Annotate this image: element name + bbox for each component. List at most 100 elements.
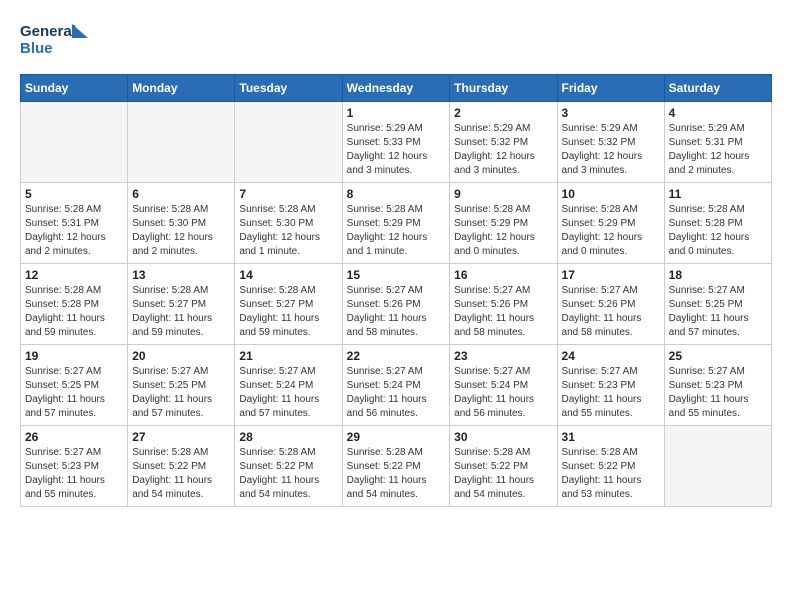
calendar-day-header: Sunday <box>21 75 128 102</box>
day-number: 26 <box>25 430 123 444</box>
calendar-cell: 9Sunrise: 5:28 AM Sunset: 5:29 PM Daylig… <box>450 183 557 264</box>
day-info: Sunrise: 5:28 AM Sunset: 5:27 PM Dayligh… <box>132 284 230 340</box>
calendar-cell: 3 Sunrise: 5:29 AM Sunset: 5:32 PM Daylig… <box>557 102 664 183</box>
calendar-cell: 10 Sunrise: 5:28 AM Sunset: 5:29 PM Dayli… <box>557 183 664 264</box>
calendar-cell: 13Sunrise: 5:28 AM Sunset: 5:27 PM Dayli… <box>128 264 235 345</box>
day-number: 27 <box>132 430 230 444</box>
day-info: Sunrise: 5:27 AM Sunset: 5:24 PM Dayligh… <box>454 365 552 421</box>
calendar-week-row: 26 Sunrise: 5:27 AM Sunset: 5:23 PM Dayli… <box>21 426 772 507</box>
day-info: Sunrise: 5:27 AM Sunset: 5:25 PM Dayligh… <box>132 365 230 421</box>
day-info: Sunrise: 5:28 AM Sunset: 5:30 PM Dayligh… <box>132 203 230 259</box>
day-number: 4 <box>669 106 767 120</box>
day-info: Sunrise: 5:27 AM Sunset: 5:26 PM Dayligh… <box>562 284 660 340</box>
day-number: 20 <box>132 349 230 363</box>
day-number: 7 <box>239 187 337 201</box>
calendar-cell: 4Sunrise: 5:29 AM Sunset: 5:31 PM Daylig… <box>664 102 771 183</box>
day-info: Sunrise: 5:27 AM Sunset: 5:26 PM Dayligh… <box>454 284 552 340</box>
calendar-week-row: 1 Sunrise: 5:29 AM Sunset: 5:33 PM Daylig… <box>21 102 772 183</box>
day-info: Sunrise: 5:28 AM Sunset: 5:27 PM Dayligh… <box>239 284 337 340</box>
day-number: 3 <box>562 106 660 120</box>
calendar-cell: 16 Sunrise: 5:27 AM Sunset: 5:26 PM Dayli… <box>450 264 557 345</box>
calendar-cell: 26 Sunrise: 5:27 AM Sunset: 5:23 PM Dayli… <box>21 426 128 507</box>
calendar-cell <box>21 102 128 183</box>
day-number: 29 <box>347 430 446 444</box>
logo: GeneralBlue <box>20 20 100 60</box>
day-number: 25 <box>669 349 767 363</box>
calendar-cell: 6 Sunrise: 5:28 AM Sunset: 5:30 PM Daylig… <box>128 183 235 264</box>
day-info: Sunrise: 5:28 AM Sunset: 5:28 PM Dayligh… <box>25 284 123 340</box>
calendar-cell: 2 Sunrise: 5:29 AM Sunset: 5:32 PM Daylig… <box>450 102 557 183</box>
day-number: 23 <box>454 349 552 363</box>
day-info: Sunrise: 5:28 AM Sunset: 5:22 PM Dayligh… <box>239 446 337 502</box>
calendar-cell: 21Sunrise: 5:27 AM Sunset: 5:24 PM Dayli… <box>235 345 342 426</box>
day-info: Sunrise: 5:27 AM Sunset: 5:26 PM Dayligh… <box>347 284 446 340</box>
calendar-cell: 15Sunrise: 5:27 AM Sunset: 5:26 PM Dayli… <box>342 264 450 345</box>
calendar-cell: 7 Sunrise: 5:28 AM Sunset: 5:30 PM Daylig… <box>235 183 342 264</box>
day-number: 5 <box>25 187 123 201</box>
calendar-cell: 18Sunrise: 5:27 AM Sunset: 5:25 PM Dayli… <box>664 264 771 345</box>
calendar-cell: 5 Sunrise: 5:28 AM Sunset: 5:31 PM Daylig… <box>21 183 128 264</box>
day-number: 1 <box>347 106 446 120</box>
calendar-week-row: 5 Sunrise: 5:28 AM Sunset: 5:31 PM Daylig… <box>21 183 772 264</box>
day-number: 17 <box>562 268 660 282</box>
day-number: 9 <box>454 187 552 201</box>
calendar-cell <box>128 102 235 183</box>
day-number: 6 <box>132 187 230 201</box>
day-number: 30 <box>454 430 552 444</box>
day-number: 31 <box>562 430 660 444</box>
day-info: Sunrise: 5:27 AM Sunset: 5:23 PM Dayligh… <box>25 446 123 502</box>
calendar-cell: 30 Sunrise: 5:28 AM Sunset: 5:22 PM Dayli… <box>450 426 557 507</box>
svg-text:General: General <box>20 23 76 40</box>
calendar-cell: 14 Sunrise: 5:28 AM Sunset: 5:27 PM Dayli… <box>235 264 342 345</box>
calendar-day-header: Saturday <box>664 75 771 102</box>
calendar-cell: 19 Sunrise: 5:27 AM Sunset: 5:25 PM Dayli… <box>21 345 128 426</box>
calendar-day-header: Friday <box>557 75 664 102</box>
day-info: Sunrise: 5:28 AM Sunset: 5:29 PM Dayligh… <box>347 203 446 259</box>
calendar-day-header: Wednesday <box>342 75 450 102</box>
calendar-cell: 25 Sunrise: 5:27 AM Sunset: 5:23 PM Dayli… <box>664 345 771 426</box>
page: GeneralBlue SundayMondayTuesdayWednesday… <box>0 0 792 517</box>
day-info: Sunrise: 5:29 AM Sunset: 5:32 PM Dayligh… <box>562 122 660 178</box>
calendar-day-header: Tuesday <box>235 75 342 102</box>
day-number: 10 <box>562 187 660 201</box>
day-info: Sunrise: 5:27 AM Sunset: 5:23 PM Dayligh… <box>669 365 767 421</box>
calendar-cell: 22 Sunrise: 5:27 AM Sunset: 5:24 PM Dayli… <box>342 345 450 426</box>
day-info: Sunrise: 5:28 AM Sunset: 5:22 PM Dayligh… <box>132 446 230 502</box>
calendar-cell: 1 Sunrise: 5:29 AM Sunset: 5:33 PM Daylig… <box>342 102 450 183</box>
calendar-cell: 20 Sunrise: 5:27 AM Sunset: 5:25 PM Dayli… <box>128 345 235 426</box>
svg-text:Blue: Blue <box>20 40 53 57</box>
calendar-cell: 12 Sunrise: 5:28 AM Sunset: 5:28 PM Dayli… <box>21 264 128 345</box>
calendar-week-row: 19 Sunrise: 5:27 AM Sunset: 5:25 PM Dayli… <box>21 345 772 426</box>
day-info: Sunrise: 5:27 AM Sunset: 5:24 PM Dayligh… <box>347 365 446 421</box>
calendar-cell: 27 Sunrise: 5:28 AM Sunset: 5:22 PM Dayli… <box>128 426 235 507</box>
day-number: 8 <box>347 187 446 201</box>
calendar-cell <box>235 102 342 183</box>
day-number: 2 <box>454 106 552 120</box>
calendar-day-header: Monday <box>128 75 235 102</box>
calendar-cell: 8 Sunrise: 5:28 AM Sunset: 5:29 PM Daylig… <box>342 183 450 264</box>
day-info: Sunrise: 5:27 AM Sunset: 5:25 PM Dayligh… <box>25 365 123 421</box>
day-info: Sunrise: 5:28 AM Sunset: 5:30 PM Dayligh… <box>239 203 337 259</box>
day-info: Sunrise: 5:27 AM Sunset: 5:24 PM Dayligh… <box>239 365 337 421</box>
day-info: Sunrise: 5:29 AM Sunset: 5:32 PM Dayligh… <box>454 122 552 178</box>
calendar-header-row: SundayMondayTuesdayWednesdayThursdayFrid… <box>21 75 772 102</box>
calendar-cell: 23 Sunrise: 5:27 AM Sunset: 5:24 PM Dayli… <box>450 345 557 426</box>
calendar-cell <box>664 426 771 507</box>
day-info: Sunrise: 5:29 AM Sunset: 5:33 PM Dayligh… <box>347 122 446 178</box>
day-info: Sunrise: 5:27 AM Sunset: 5:23 PM Dayligh… <box>562 365 660 421</box>
calendar-day-header: Thursday <box>450 75 557 102</box>
day-info: Sunrise: 5:28 AM Sunset: 5:22 PM Dayligh… <box>454 446 552 502</box>
day-info: Sunrise: 5:28 AM Sunset: 5:29 PM Dayligh… <box>562 203 660 259</box>
day-number: 14 <box>239 268 337 282</box>
day-info: Sunrise: 5:28 AM Sunset: 5:31 PM Dayligh… <box>25 203 123 259</box>
day-number: 18 <box>669 268 767 282</box>
day-number: 12 <box>25 268 123 282</box>
day-number: 19 <box>25 349 123 363</box>
day-info: Sunrise: 5:28 AM Sunset: 5:22 PM Dayligh… <box>347 446 446 502</box>
header: GeneralBlue <box>20 20 772 60</box>
calendar-week-row: 12 Sunrise: 5:28 AM Sunset: 5:28 PM Dayli… <box>21 264 772 345</box>
calendar-cell: 24Sunrise: 5:27 AM Sunset: 5:23 PM Dayli… <box>557 345 664 426</box>
day-number: 16 <box>454 268 552 282</box>
day-info: Sunrise: 5:28 AM Sunset: 5:22 PM Dayligh… <box>562 446 660 502</box>
day-number: 22 <box>347 349 446 363</box>
